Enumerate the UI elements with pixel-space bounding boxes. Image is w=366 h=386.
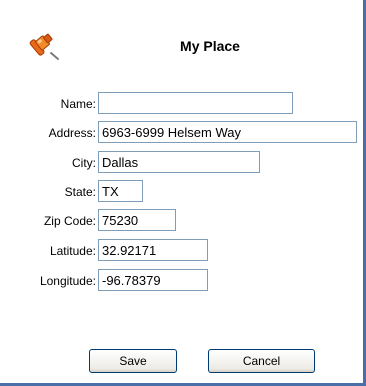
my-place-dialog: My Place Name: Address: City: State: Zip…	[0, 0, 366, 386]
city-field[interactable]	[98, 151, 260, 173]
latitude-field[interactable]	[98, 239, 208, 261]
pushpin-icon	[27, 31, 61, 61]
zip-code-label: Zip Code:	[43, 214, 96, 228]
cancel-button[interactable]: Cancel	[208, 349, 315, 373]
name-field[interactable]	[98, 92, 293, 114]
address-label: Address:	[48, 126, 96, 140]
state-label: State:	[64, 185, 96, 199]
latitude-label: Latitude:	[49, 244, 96, 258]
dialog-title: My Place	[180, 38, 240, 54]
longitude-label: Longitude:	[39, 274, 96, 288]
save-button[interactable]: Save	[89, 349, 177, 373]
city-label: City:	[72, 156, 96, 170]
zip-code-field[interactable]	[98, 209, 176, 231]
address-field[interactable]	[98, 121, 357, 143]
state-field[interactable]	[98, 180, 143, 202]
name-label: Name:	[60, 97, 96, 111]
longitude-field[interactable]	[98, 269, 208, 291]
